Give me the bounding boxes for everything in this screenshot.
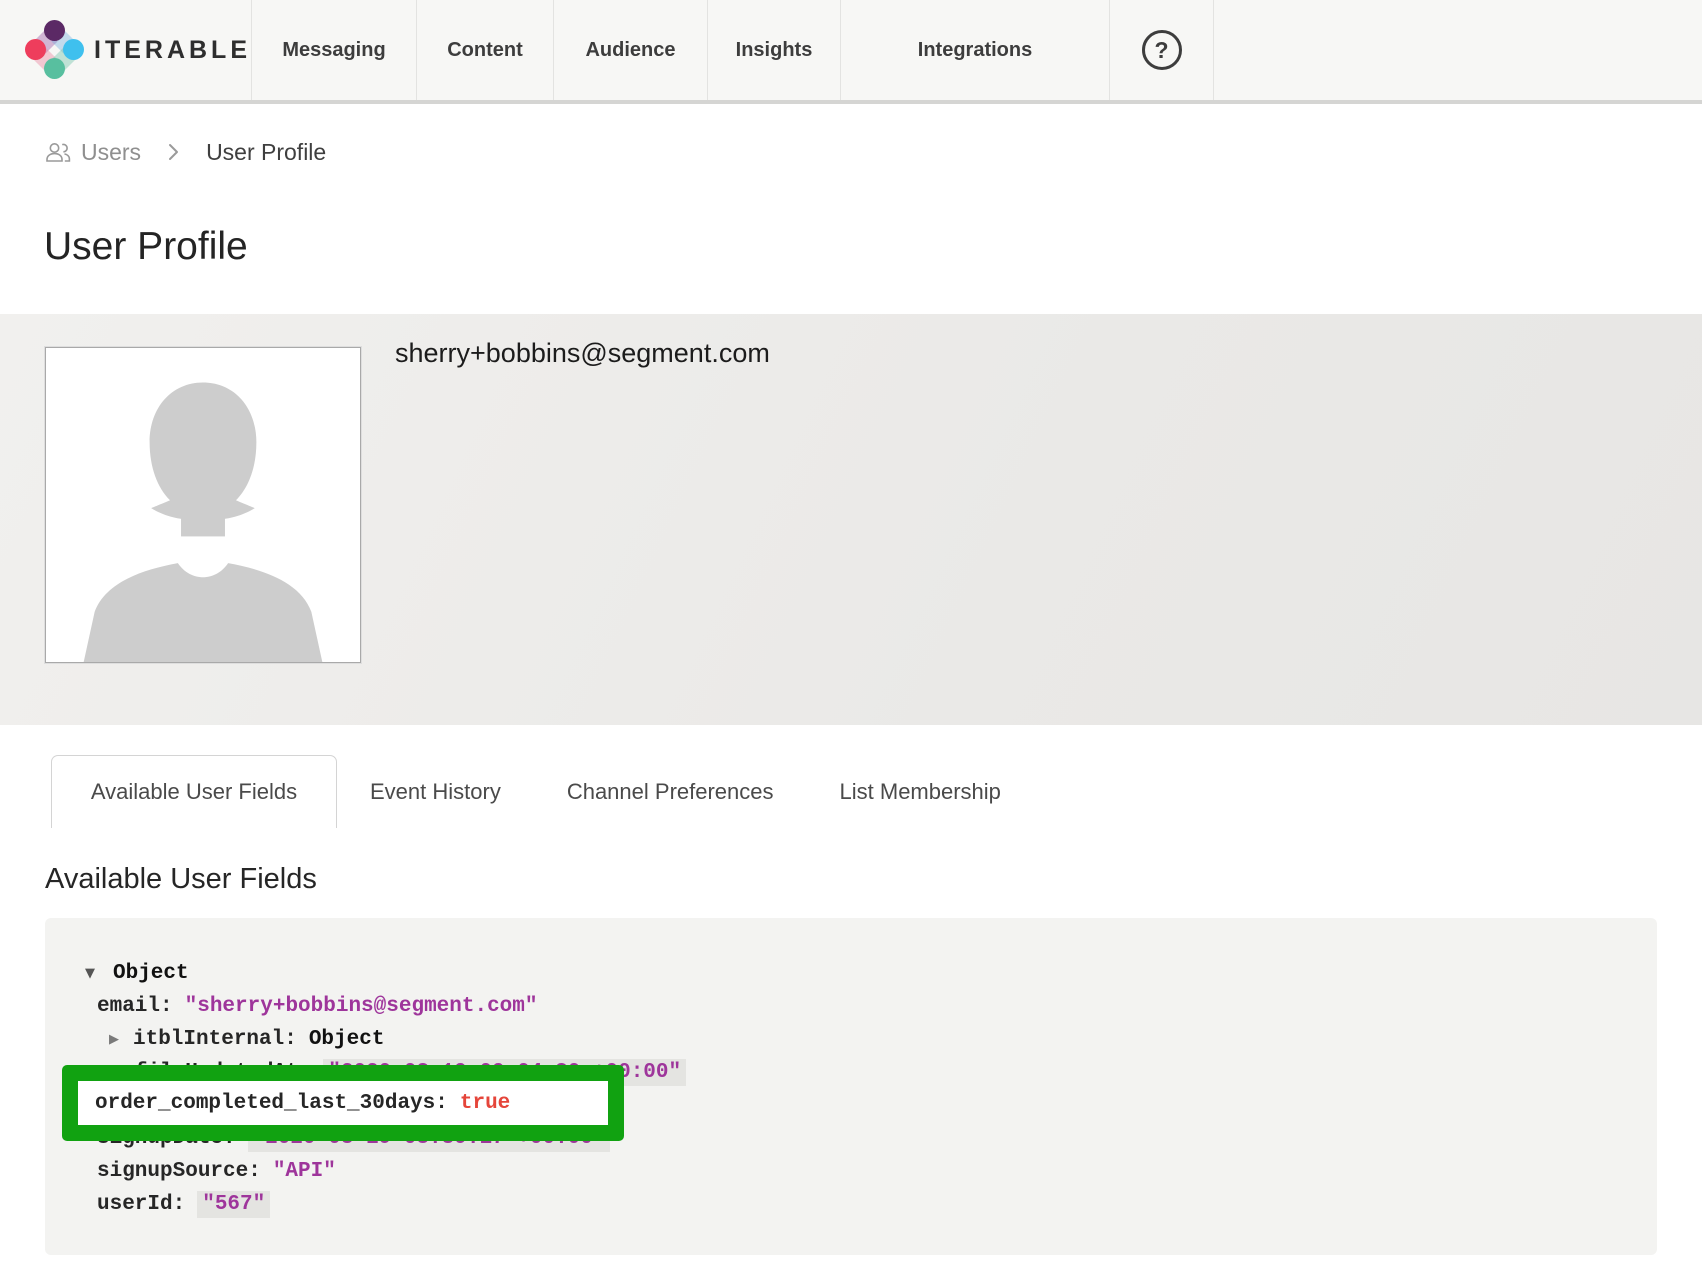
top-nav: ITERABLE Messaging Content Audience Insi… [0,0,1702,104]
highlighted-json-row: order_completed_last_30days: true [78,1081,608,1120]
json-row-userid: userId: "567" [85,1188,1657,1221]
brand-logo[interactable]: ITERABLE [0,0,252,100]
nav-item-messaging[interactable]: Messaging [252,0,417,100]
nav-spacer [1214,0,1702,100]
tab-bar: Available User Fields Event History Chan… [51,755,1702,828]
chevron-right-icon [167,142,180,162]
section-heading: Available User Fields [45,862,1702,896]
breadcrumb-users-label: Users [81,139,141,166]
profile-band: sherry+bobbins@segment.com [0,314,1702,725]
json-row-root: ▼ Object [85,957,1657,990]
breadcrumb: Users User Profile [44,138,1702,166]
json-key: signupSource: [97,1160,261,1183]
collapse-triangle-icon[interactable]: ▼ [85,957,100,990]
json-value: "API" [273,1160,336,1183]
breadcrumb-current: User Profile [206,139,326,166]
nav-item-content[interactable]: Content [417,0,554,100]
breadcrumb-users-link[interactable]: Users [44,139,141,166]
nav-item-insights[interactable]: Insights [708,0,841,100]
expand-triangle-icon[interactable]: ▶ [109,1023,124,1056]
json-key: userId: [97,1193,185,1216]
tab-list-membership[interactable]: List Membership [807,755,1034,828]
iterable-logo-icon [24,19,78,81]
nav-item-integrations[interactable]: Integrations [841,0,1110,100]
page-title: User Profile [44,224,1702,270]
avatar [45,347,361,663]
tab-available-user-fields[interactable]: Available User Fields [51,755,337,828]
user-fields-json-panel: ▼ Object email: "sherry+bobbins@segment.co… [45,918,1657,1255]
user-profile-page: ITERABLE Messaging Content Audience Insi… [0,0,1702,1276]
json-key: email: [97,995,173,1018]
tab-event-history[interactable]: Event History [337,755,534,828]
json-value: "567" [197,1191,270,1218]
json-value: Object [309,1028,385,1051]
nav-item-audience[interactable]: Audience [554,0,708,100]
help-icon[interactable]: ? [1142,30,1182,70]
json-row-signupsource: signupSource: "API" [85,1155,1657,1188]
nav-help-section: ? [1110,0,1214,100]
json-key: itblInternal: [133,1028,297,1051]
brand-wordmark: ITERABLE [94,36,251,65]
json-row-itblinternal: ▶ itblInternal: Object [85,1023,1657,1056]
tab-channel-preferences[interactable]: Channel Preferences [534,755,807,828]
json-key: order_completed_last_30days: [95,1092,448,1115]
annotation-highlight-box: order_completed_last_30days: true [62,1065,624,1141]
root-object-label: Object [113,962,189,985]
profile-email: sherry+bobbins@segment.com [395,338,770,369]
json-row-email: email: "sherry+bobbins@segment.com" [85,990,1657,1023]
users-icon [44,140,72,164]
json-value: true [460,1092,510,1115]
json-value: "sherry+bobbins@segment.com" [185,995,538,1018]
